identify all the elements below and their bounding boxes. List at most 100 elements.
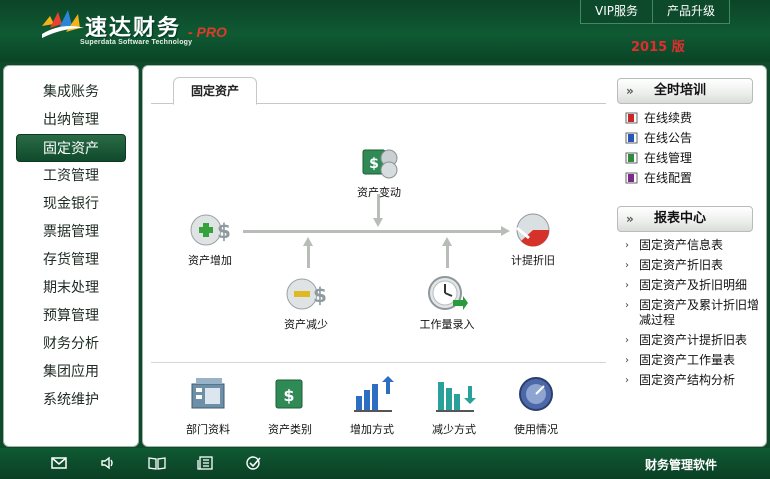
tool-asset-category-label: 资产类别	[268, 423, 312, 436]
version-label: 2015 版	[631, 40, 685, 55]
sidebar-item-integrated-accounts[interactable]: 集成账务	[16, 78, 126, 106]
chevron-right-icon: ›	[625, 300, 629, 311]
report-link-info[interactable]: › 固定资产信息表	[625, 238, 765, 253]
chevron-right-icon: ›	[625, 280, 629, 291]
tool-add-method-label: 增加方式	[350, 423, 394, 436]
flow-arrow-down	[373, 218, 383, 227]
chevron-right-icon: ›	[625, 335, 629, 346]
flow-asset-reduce-label: 资产减少	[284, 318, 328, 331]
training-link-manage[interactable]: 在线管理	[625, 151, 765, 166]
sidebar-item-payroll[interactable]: 工资管理	[16, 162, 126, 190]
svg-text:$: $	[217, 219, 231, 243]
flow-arrow-up-reduce	[303, 237, 313, 246]
sidebar-item-maintenance[interactable]: 系统维护	[16, 386, 126, 414]
app-header: 速达财务 - PRO Superdata Software Technology…	[0, 0, 770, 62]
flow-asset-add-label: 资产增加	[188, 254, 232, 267]
section-divider	[151, 362, 606, 363]
bar-chart-down-icon	[436, 382, 476, 412]
report-links: › 固定资产信息表 › 固定资产折旧表 › 固定资产及折旧明细 › 固定资产及累计折旧增…	[625, 238, 765, 393]
app-footer: 财务管理软件	[0, 448, 770, 479]
flow-arrow-up-workload	[442, 237, 452, 246]
sidebar-item-group[interactable]: 集团应用	[16, 358, 126, 386]
money-reduce-icon: $	[286, 278, 327, 310]
training-link-manage-label: 在线管理	[644, 151, 693, 165]
svg-text:$: $	[283, 386, 294, 405]
flow-asset-change-label: 资产变动	[357, 186, 401, 199]
tab-fixed-assets[interactable]: 固定资产	[173, 77, 257, 105]
report-link-info-label: 固定资产信息表	[639, 238, 724, 252]
training-title: 全时培训	[654, 83, 707, 98]
chevron-right-icon: ›	[625, 260, 629, 271]
report-link-provision[interactable]: › 固定资产计提折旧表	[625, 333, 765, 348]
tool-usage[interactable]: 使用情况	[501, 374, 571, 437]
sidebar-item-cash-bank[interactable]: 现金银行	[16, 190, 126, 218]
report-link-depreciation[interactable]: › 固定资产折旧表	[625, 258, 765, 273]
training-link-renew[interactable]: 在线续费	[625, 111, 765, 126]
vip-service-link[interactable]: VIP服务	[581, 0, 652, 23]
mail-icon[interactable]	[50, 456, 68, 472]
speaker-icon[interactable]	[99, 456, 117, 472]
tool-usage-label: 使用情况	[514, 423, 558, 436]
logo-icon	[42, 10, 84, 38]
pie-chart-icon	[516, 213, 550, 247]
tool-reduce-method-label: 减少方式	[432, 423, 476, 436]
report-link-detail-label: 固定资产及折旧明细	[639, 278, 748, 292]
purple-book-icon	[625, 172, 638, 184]
double-chevron-icon: »	[626, 84, 634, 98]
logo-text: 速达财务	[85, 16, 182, 41]
flow-asset-add[interactable]: $ 资产增加	[175, 208, 245, 268]
footer-product-name: 财务管理软件	[645, 458, 718, 472]
flow-asset-reduce[interactable]: $ 资产减少	[271, 272, 341, 332]
flow-line-workload	[446, 244, 449, 268]
tool-department-label: 部门资料	[186, 423, 230, 436]
tool-reduce-method[interactable]: 减少方式	[419, 374, 489, 437]
training-link-config[interactable]: 在线配置	[625, 171, 765, 186]
training-section-button[interactable]: » 全时培训	[617, 78, 753, 104]
reports-section-button[interactable]: » 报表中心	[617, 206, 753, 232]
clock-icon	[428, 276, 468, 310]
sidebar-nav: 集成账务 出纳管理 固定资产 工资管理 现金银行 票据管理 存货管理 期末处理 …	[3, 65, 139, 447]
check-icon[interactable]	[245, 456, 263, 472]
report-link-structure-label: 固定资产结构分析	[639, 373, 736, 387]
report-link-depreciation-label: 固定资产折旧表	[639, 258, 724, 272]
report-link-cumulative[interactable]: › 固定资产及累计折旧增减过程	[625, 298, 765, 328]
tool-department[interactable]: 部门资料	[173, 374, 243, 437]
reports-title: 报表中心	[654, 211, 707, 226]
report-link-provision-label: 固定资产计提折旧表	[639, 333, 748, 347]
report-link-cumulative-label: 固定资产及累计折旧增减过程	[639, 298, 760, 327]
double-chevron-icon: »	[626, 212, 634, 226]
main-panel: 固定资产 $ 资产变动 $ 资产增加 计提折旧 $ 资产减少 工作量录入 部门资…	[142, 65, 767, 447]
svg-text:$: $	[369, 156, 379, 172]
money-change-icon: $	[362, 149, 398, 179]
blue-book-icon	[625, 132, 638, 144]
gauge-icon	[519, 377, 553, 411]
chevron-right-icon: ›	[625, 375, 629, 386]
green-book-icon	[625, 152, 638, 164]
sidebar-item-bills[interactable]: 票据管理	[16, 218, 126, 246]
tool-add-method[interactable]: 增加方式	[337, 374, 407, 437]
flow-asset-change[interactable]: $ 资产变动	[341, 142, 417, 200]
flow-workload-label: 工作量录入	[419, 318, 475, 331]
flow-workload[interactable]: 工作量录入	[407, 272, 487, 332]
product-upgrade-link[interactable]: 产品升级	[652, 0, 729, 23]
report-link-workload[interactable]: › 固定资产工作量表	[625, 353, 765, 368]
news-icon[interactable]	[196, 456, 214, 472]
chevron-right-icon: ›	[625, 355, 629, 366]
book-icon[interactable]	[148, 456, 166, 472]
flow-depreciation[interactable]: 计提折旧	[498, 208, 568, 268]
red-book-icon	[625, 112, 638, 124]
report-link-structure[interactable]: › 固定资产结构分析	[625, 373, 765, 388]
flow-main-line	[243, 230, 505, 233]
sidebar-item-inventory[interactable]: 存货管理	[16, 246, 126, 274]
tool-asset-category[interactable]: $ 资产类别	[255, 374, 325, 437]
sidebar-item-cashier[interactable]: 出纳管理	[16, 106, 126, 134]
training-link-notice[interactable]: 在线公告	[625, 131, 765, 146]
report-link-detail[interactable]: › 固定资产及折旧明细	[625, 278, 765, 293]
chevron-right-icon: ›	[625, 240, 629, 251]
logo-pro: - PRO	[188, 24, 227, 40]
sidebar-item-analysis[interactable]: 财务分析	[16, 330, 126, 358]
training-links: 在线续费 在线公告 在线管理 在线配置	[625, 111, 765, 191]
sidebar-item-fixed-assets[interactable]: 固定资产	[16, 134, 126, 162]
sidebar-item-period-end[interactable]: 期末处理	[16, 274, 126, 302]
sidebar-item-budget[interactable]: 预算管理	[16, 302, 126, 330]
